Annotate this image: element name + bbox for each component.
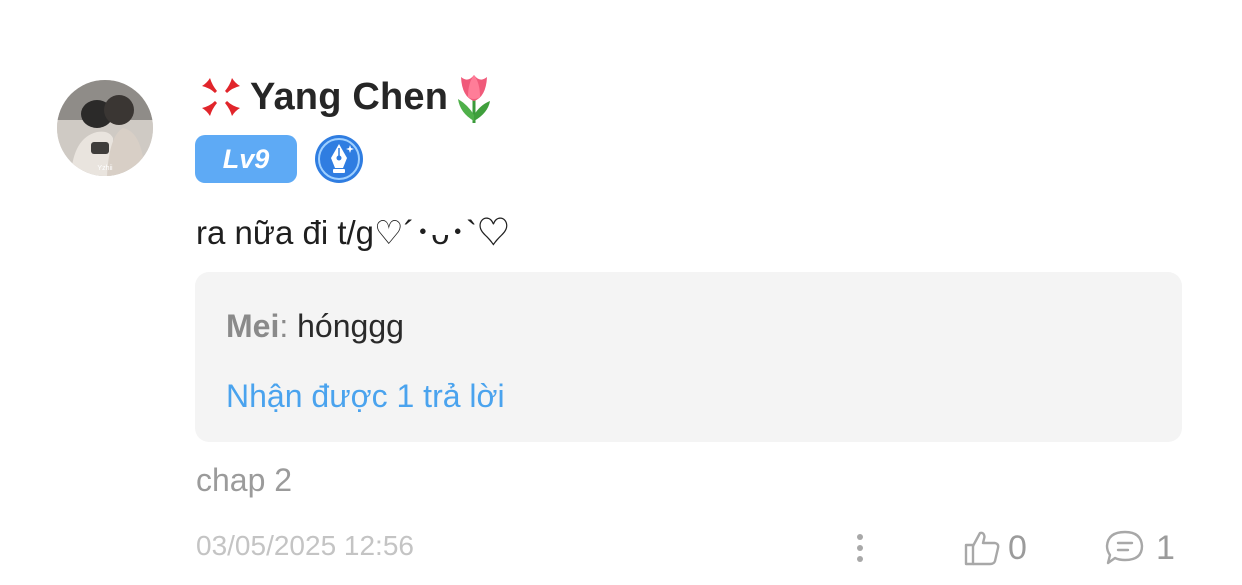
tulip-icon	[458, 75, 491, 123]
thumbs-up-icon	[964, 531, 1000, 566]
comment-footer: 03/05/2025 12:56 0 1	[0, 525, 1242, 571]
username[interactable]: Yang Chen	[250, 76, 448, 119]
like-count: 0	[1008, 528, 1027, 567]
reply-count: 1	[1156, 528, 1175, 567]
reply-content: hónggg	[297, 308, 404, 344]
comment-item: Yzhii Yang Chen Lv9 ra nữa đi t/g♡´･ᴗ･`♡…	[0, 0, 1242, 585]
view-replies-link[interactable]: Nhận được 1 trả lời	[226, 378, 505, 415]
username-row: Yang Chen	[196, 68, 498, 126]
user-badges: Lv9	[195, 134, 364, 184]
chapter-tag[interactable]: chap 2	[196, 462, 292, 499]
reply-author[interactable]: Mei	[226, 308, 279, 344]
anger-symbol-icon	[202, 78, 240, 116]
comment-bubble-icon	[1105, 530, 1144, 565]
more-vertical-icon[interactable]	[848, 529, 872, 567]
comment-text: ra nữa đi t/g♡´･ᴗ･`♡	[196, 214, 510, 251]
reply-preview[interactable]: Mei: hónggg Nhận được 1 trả lời	[195, 272, 1182, 442]
reply-line: Mei: hónggg	[226, 308, 404, 345]
level-badge[interactable]: Lv9	[195, 135, 297, 183]
avatar-caption: Yzhii	[97, 165, 113, 172]
avatar[interactable]: Yzhii	[57, 80, 153, 176]
like-button[interactable]: 0	[962, 527, 1027, 569]
avatar-photo: Yzhii	[57, 80, 153, 176]
reply-separator: :	[279, 308, 289, 344]
pen-nib-badge-icon[interactable]	[314, 134, 364, 184]
reply-button[interactable]: 1	[1104, 527, 1175, 569]
timestamp: 03/05/2025 12:56	[196, 530, 414, 561]
